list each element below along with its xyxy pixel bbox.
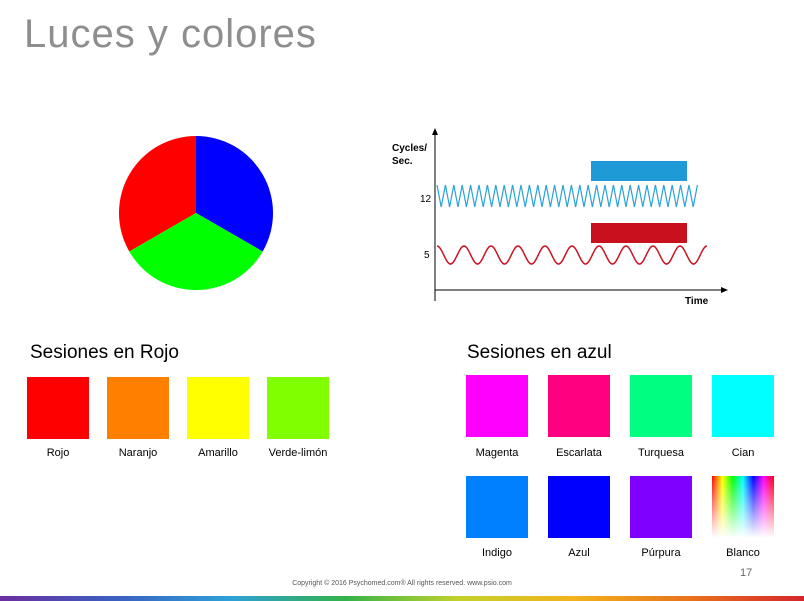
swatch-rojo	[27, 377, 89, 439]
color-pie	[118, 136, 274, 291]
frequency-figure: Cycles/ Sec. 12 5 Time	[392, 128, 728, 307]
swatch-label-azul: Azul	[568, 547, 590, 559]
wave-12hz	[436, 184, 698, 208]
swatch-label-cian: Cian	[731, 447, 755, 459]
tick-label-5: 5	[424, 250, 430, 261]
swatch-indigo	[466, 476, 528, 538]
swatch-label-escarlata: Escarlata	[556, 447, 602, 459]
y-axis-label-line2: Sec.	[392, 156, 413, 167]
swatch-verde-limon	[267, 377, 329, 439]
swatch-label-naranjo: Naranjo	[118, 447, 158, 459]
x-axis-arrow	[721, 287, 728, 293]
y-axis-arrow	[432, 128, 438, 135]
swatch-label-indigo: Indigo	[482, 547, 512, 559]
y-axis-label-line1: Cycles/	[392, 143, 427, 154]
swatch-label-magenta: Magenta	[475, 447, 519, 459]
swatch-escarlata	[548, 375, 610, 437]
section-title-azul: Sesiones en azul	[467, 342, 612, 363]
swatch-label-verde-limon: Verde-limón	[268, 447, 328, 459]
swatch-cian	[712, 375, 774, 437]
rainbow-bar	[0, 596, 804, 601]
swatch-purpura	[630, 476, 692, 538]
blue-bar	[591, 161, 687, 181]
section-title-rojo: Sesiones en Rojo	[30, 342, 179, 363]
tick-label-12: 12	[420, 194, 432, 205]
swatch-amarillo	[187, 377, 249, 439]
swatch-blanco	[712, 476, 774, 538]
swatch-turquesa	[630, 375, 692, 437]
swatch-label-purpura: Púrpura	[641, 547, 681, 559]
x-axis-label: Time	[685, 296, 709, 307]
page-number: 17	[740, 567, 753, 579]
red-bar	[591, 223, 687, 243]
swatch-label-amarillo: Amarillo	[198, 447, 238, 459]
copyright-footer: Copyright © 2016 Psychomed.com® All righ…	[292, 580, 512, 587]
swatch-azul	[548, 476, 610, 538]
swatch-label-blanco: Blanco	[726, 547, 760, 559]
wave-5hz	[436, 245, 708, 265]
slide-title: Luces y colores	[24, 12, 317, 56]
swatch-magenta	[466, 375, 528, 437]
swatch-naranjo	[107, 377, 169, 439]
swatch-label-turquesa: Turquesa	[637, 447, 685, 459]
swatch-label-rojo: Rojo	[46, 447, 70, 459]
